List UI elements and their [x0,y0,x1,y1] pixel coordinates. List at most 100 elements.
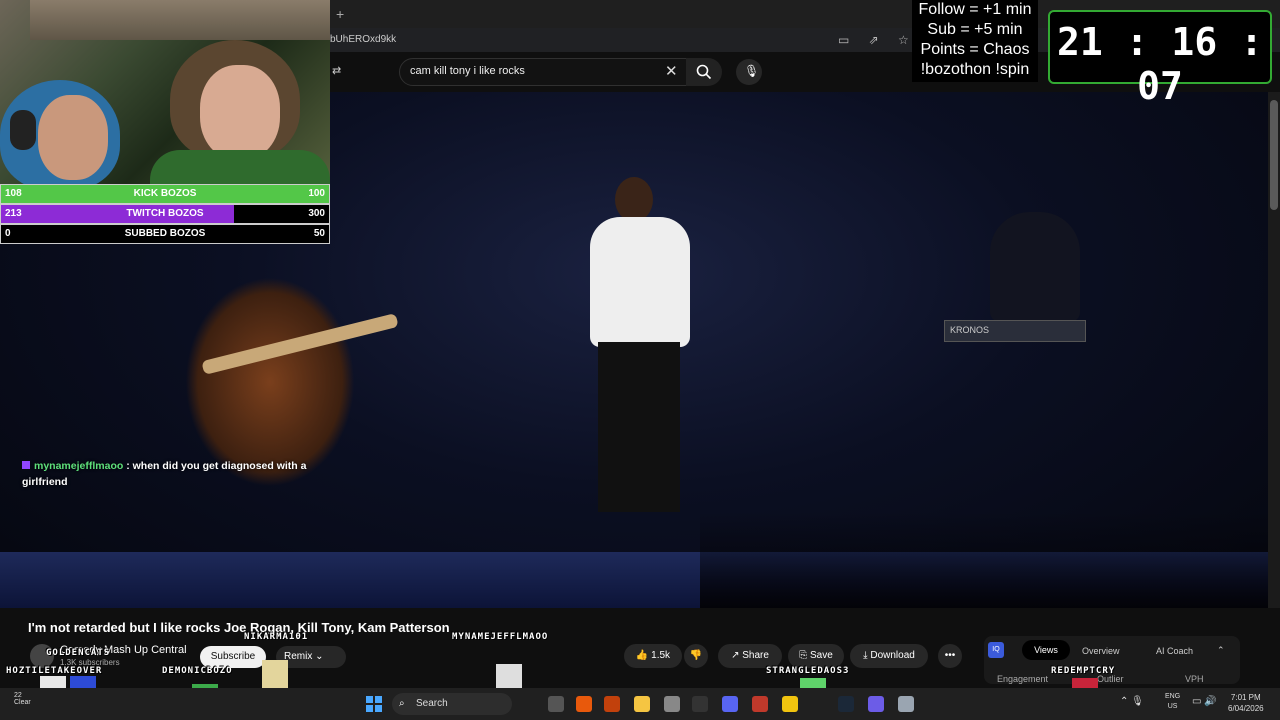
goal-target: 300 [308,208,325,219]
vph-label: VPH [1185,674,1204,684]
viewer-name: NIKARMA101 [244,632,309,642]
lang-bottom: US [1167,703,1178,710]
engagement-label: Engagement [997,674,1049,684]
download-button[interactable]: ⤓ Download [850,644,928,668]
headphones-icon [10,110,36,150]
chevron-down-icon: ⌄ [315,651,324,662]
keyboard-brand-label: KRONOS [950,325,990,335]
comedian-legs [598,342,680,512]
goal-label: TWITCH BOZOS [126,208,204,219]
lang-top: ENG [1165,693,1181,700]
streamer-webcam [0,0,330,184]
weather-widget[interactable]: 22 Clear [14,692,31,706]
menu-icon[interactable]: ⇄ [332,64,341,77]
brave-browser-icon[interactable] [576,696,592,712]
stream-rules-panel: Follow = +1 min Sub = +5 min Points = Ch… [912,0,1038,82]
share-icon: ↗ [731,650,740,661]
brave-browser-icon[interactable] [604,696,620,712]
live-app-icon[interactable] [692,696,708,712]
chat-message: mynamejefflmaoo : when did you get diagn… [22,458,322,490]
taskbar-search-label[interactable]: Search [416,698,448,709]
audience-silhouettes [700,512,1268,608]
rule-line: !bozothon !spin [920,61,1030,78]
keyboardist-figure [990,212,1080,322]
task-view-icon[interactable] [548,696,564,712]
scrollbar-thumb[interactable] [1270,100,1278,210]
like-button[interactable]: 👍 1.5k [624,644,682,668]
twitch-badge-icon [22,461,30,469]
remix-label: Remix [284,651,313,662]
more-actions-button[interactable]: ••• [938,644,962,668]
like-count: 1.5k [651,650,671,661]
comedian-head [615,177,653,222]
taskbar-clock[interactable]: 7:01 PM 6/04/2026 [1228,692,1264,714]
app-icon[interactable] [782,696,798,712]
tab-overview[interactable]: Overview [1082,646,1120,656]
viewer-name: HOZTILETAKEOVER [6,666,103,676]
save-button[interactable]: ⎘ Save [788,644,844,668]
viewer-name: STRANGLEDAOS3 [766,666,850,676]
download-label: Download [870,650,915,661]
video-title: I'm not retarded but I like rocks Joe Ro… [28,620,450,635]
network-volume-icons[interactable]: ▭ 🔊 [1192,696,1217,707]
dislike-button[interactable]: 👎 [684,644,708,668]
goal-target: 100 [308,188,325,199]
address-bar-url[interactable]: bUhEROxd9kk [330,34,396,45]
subscribe-button[interactable]: Subscribe [200,646,266,668]
search-icon[interactable] [696,64,712,85]
discord-icon[interactable] [722,696,738,712]
app-icon[interactable] [868,696,884,712]
system-tray-icons[interactable]: ⌃ 🎙 [1120,696,1144,707]
app-icon[interactable] [664,696,680,712]
microphone-icon[interactable]: 🎙 [744,64,759,78]
file-explorer-icon[interactable] [634,696,650,712]
goal-label: SUBBED BOZOS [124,228,206,239]
weather-desc: Clear [14,699,31,706]
weather-temp: 22 [14,692,22,699]
rule-line: Sub = +5 min [927,21,1023,38]
app-icon[interactable] [752,696,768,712]
windows-start-icon[interactable] [366,696,382,717]
steam-icon[interactable] [838,696,854,712]
clear-search-icon[interactable]: ✕ [665,62,678,80]
new-tab-button[interactable]: + [336,6,344,22]
tab-views[interactable]: Views [1022,640,1070,660]
streamer-two-shirt [150,150,330,184]
bookmark-icon: ⎘ [799,650,808,661]
goal-label: KICK BOZOS [133,188,197,199]
share-button[interactable]: ↗ Share [718,644,782,668]
thumbs-down-icon: 👎 [689,650,703,661]
viewer-name: GOLDENCATS [46,648,111,658]
settings-gear-icon[interactable] [898,696,914,712]
language-indicator[interactable]: ENG US [1165,692,1180,712]
search-query-text[interactable]: cam kill tony i like rocks [410,65,525,77]
goal-bar-twitch: 213 TWITCH BOZOS 300 [0,204,330,224]
viewer-name: MYNAMEJEFFLMAOO [452,632,549,642]
clock-time: 7:01 PM [1230,693,1261,702]
streamer-two-face [200,65,280,160]
thumbs-up-icon: 👍 [635,650,649,661]
webcam-background [30,0,330,40]
goal-target: 50 [313,228,325,239]
rule-line: Follow = +1 min [918,1,1032,18]
save-label: Save [809,650,833,661]
download-icon: ⤓ [863,650,868,661]
search-icon: ⌕ [399,698,405,709]
chevron-up-icon[interactable]: ⌃ [1217,645,1225,656]
tab-ai-coach[interactable]: AI Coach [1156,646,1193,656]
goal-bar-subbed: 0 SUBBED BOZOS 50 [0,224,330,244]
clock-date: 6/04/2026 [1228,704,1264,713]
viewer-name: DEMONICBOZO [162,666,233,676]
subathon-timer: 21 : 16 : 07 [1057,20,1263,108]
viewer-sprite [262,660,288,690]
rule-line: Points = Chaos [920,41,1030,58]
chat-username: mynamejefflmaoo [34,460,124,472]
share-label: Share [742,650,769,661]
streamer-one-face [38,95,108,180]
comedian-shirt [590,217,690,347]
extension-logo-icon[interactable]: IQ [988,642,1004,658]
viewer-name: REDEMPTCRY [1051,666,1116,676]
taskbar-search-box[interactable] [392,693,512,715]
goal-bar-kick: 108 KICK BOZOS 100 [0,184,330,204]
bassist-figure [185,277,355,487]
